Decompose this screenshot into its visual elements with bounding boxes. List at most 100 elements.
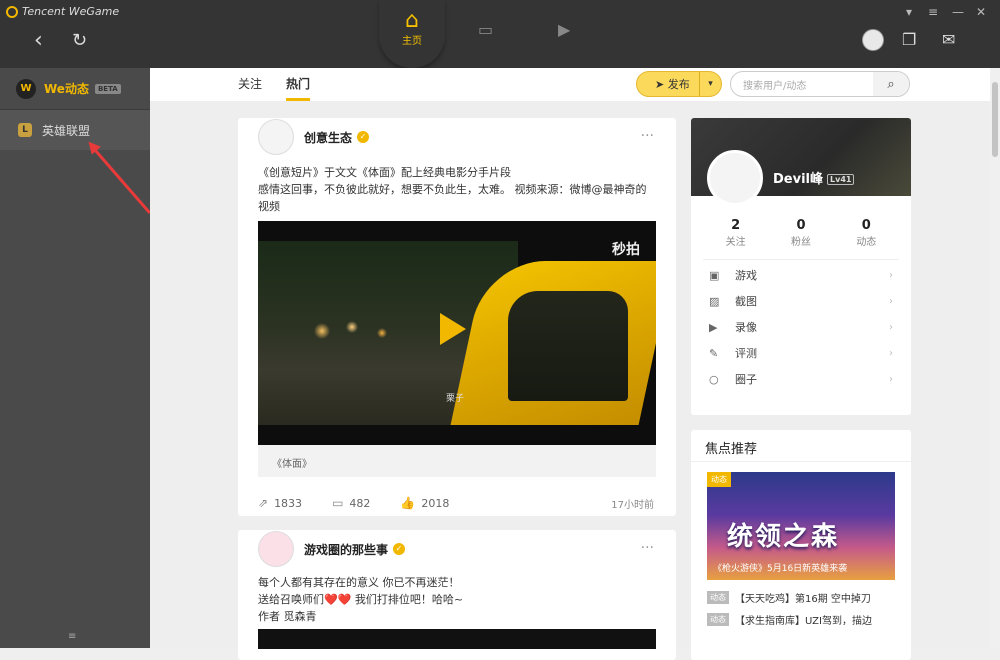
stat-posts[interactable]: 0 动态 <box>834 218 899 259</box>
tab-home[interactable]: ⌂ 主页 <box>379 0 445 68</box>
video-player[interactable]: 秒拍 栗子 <box>258 221 656 445</box>
store-icon[interactable]: ▭ <box>478 20 493 39</box>
post-avatar[interactable] <box>258 119 294 155</box>
chevron-right-icon: › <box>889 269 893 281</box>
back-icon[interactable]: ‹ <box>34 28 43 53</box>
news-tag: 动态 <box>707 590 729 604</box>
menu-label: 游戏 <box>735 269 757 282</box>
menu-icon[interactable]: ≡ <box>928 5 938 19</box>
search-box[interactable]: 搜索用户/动态 ⌕ <box>730 71 910 97</box>
share-button[interactable]: ⇗ 1833 <box>258 496 302 510</box>
we-icon: W <box>16 78 36 99</box>
video-lights <box>298 311 418 351</box>
profile-banner: Devil峰 Lv41 <box>691 118 911 206</box>
like-button[interactable]: 👍 2018 <box>400 496 449 510</box>
chevron-right-icon: › <box>889 373 893 385</box>
news-item[interactable]: 动态 【求生指南库】UZI驾到，描边 <box>691 608 911 630</box>
sidebar: W We动态 BETA L 英雄联盟 ≡ <box>0 68 150 648</box>
chat-icon[interactable]: ❐ <box>902 30 916 49</box>
stat-fans[interactable]: 0 粉丝 <box>768 218 833 259</box>
stat-value: 0 <box>861 218 871 233</box>
post-actions: ⇗ 1833 ▭ 482 👍 2018 17小时前 <box>238 477 676 529</box>
post-text-line: 送给召唤师们❤️❤️ 我们打排位吧！哈哈~ <box>258 593 464 606</box>
tab-follow[interactable]: 关注 <box>238 75 262 92</box>
stat-label: 动态 <box>856 237 877 248</box>
user-avatar[interactable] <box>862 29 884 51</box>
banner-caption: 《枪火游侠》5月16日新英雄来袭 <box>713 564 848 574</box>
sidebar-we-label: We动态 <box>44 82 89 96</box>
video-window <box>508 291 628 401</box>
search-icon[interactable]: ⌕ <box>873 72 909 96</box>
video-icon: ▶ <box>709 320 718 334</box>
main-content: 关注 热门 ➤ 发布 ▾ 搜索用户/动态 ⌕ 创意生态 ✓ ··· 《创意短片》于文文… <box>150 68 990 660</box>
share-count: 1833 <box>274 496 303 510</box>
menu-item-screenshot[interactable]: ▨ 截图 › <box>691 288 911 314</box>
media-icon[interactable]: ▶ <box>558 20 570 39</box>
menu-label: 评测 <box>735 347 757 360</box>
chevron-right-icon: › <box>889 347 893 359</box>
verified-icon: ✓ <box>357 131 370 143</box>
title-bar: Tencent WeGame ‹ ↻ ⌂ 主页 ▭ ▶ ▾ ≡ — ✕ ❐ ✉ <box>0 0 1000 68</box>
home-icon: ⌂ <box>405 8 419 33</box>
tab-hot[interactable]: 热门 <box>286 75 311 101</box>
app-logo: Tencent WeGame <box>6 5 119 18</box>
menu-item-video[interactable]: ▶ 录像 › <box>691 314 911 340</box>
post-author[interactable]: 游戏圈的那些事 <box>304 541 388 558</box>
mail-icon[interactable]: ✉ <box>942 30 955 49</box>
minimize-icon[interactable]: — <box>952 5 964 19</box>
review-icon: ✎ <box>709 346 719 360</box>
close-icon[interactable]: ✕ <box>976 5 986 19</box>
search-input[interactable]: 搜索用户/动态 <box>731 77 873 92</box>
comment-count: 482 <box>349 496 371 510</box>
share-icon: ⇗ <box>258 496 269 510</box>
post-card: 创意生态 ✓ ··· 《创意短片》于文文《体面》配上经典电影分手片段 感情这回事，… <box>238 118 676 516</box>
publish-label: 发布 <box>667 78 690 91</box>
news-item[interactable]: 动态 【天天吃鸡】第16期 空中掉刀 <box>691 586 911 608</box>
comment-icon: ▭ <box>332 496 344 510</box>
sidebar-item-lol[interactable]: L 英雄联盟 <box>0 110 150 150</box>
comment-button[interactable]: ▭ 482 <box>332 496 370 510</box>
verified-icon: ✓ <box>393 543 406 555</box>
more-icon[interactable]: ··· <box>641 540 654 556</box>
stat-following[interactable]: 2 关注 <box>703 218 768 259</box>
post-author[interactable]: 创意生态 <box>304 129 352 146</box>
sidebar-lol-label: 英雄联盟 <box>42 123 91 138</box>
scrollbar[interactable] <box>990 68 1000 648</box>
chevron-right-icon: › <box>889 321 893 333</box>
news-text: 【天天吃鸡】第16期 空中掉刀 <box>735 593 871 605</box>
play-icon[interactable] <box>440 313 466 345</box>
news-text: 【求生指南库】UZI驾到，描边 <box>735 615 872 627</box>
focus-card: 焦点推荐 动态 统领之森 《枪火游侠》5月16日新英雄来袭 动态 【天天吃鸡】第1… <box>691 430 911 660</box>
post-avatar[interactable] <box>258 531 294 567</box>
focus-banner[interactable]: 动态 统领之森 《枪火游侠》5月16日新英雄来袭 <box>707 472 895 580</box>
send-icon: ➤ <box>655 78 665 91</box>
stat-value: 2 <box>731 218 741 233</box>
publish-button[interactable]: ➤ 发布 ▾ <box>636 71 722 97</box>
post-card: 游戏圈的那些事 ✓ ··· 每个人都有其存在的意义 你已不再迷茫！ 送给召唤师们❤… <box>238 530 676 660</box>
scrollbar-thumb[interactable] <box>992 82 998 157</box>
chevron-down-icon[interactable]: ▾ <box>699 72 721 96</box>
video-player[interactable] <box>258 629 656 649</box>
circle-icon: ○ <box>709 372 719 386</box>
level-badge: Lv41 <box>827 174 855 185</box>
profile-name[interactable]: Devil峰 <box>773 172 823 187</box>
menu-item-game[interactable]: ▣ 游戏 › <box>691 262 911 288</box>
thumbs-up-icon: 👍 <box>400 496 416 510</box>
profile-avatar[interactable] <box>707 150 763 206</box>
menu-item-circle[interactable]: ○ 圈子 › <box>691 366 911 392</box>
sidebar-item-we[interactable]: W We动态 BETA <box>0 68 150 110</box>
more-icon[interactable]: ··· <box>641 128 654 144</box>
wegame-logo-icon <box>6 5 18 18</box>
sidebar-menu-icon[interactable]: ≡ <box>68 631 76 642</box>
screenshot-icon: ▨ <box>709 294 720 308</box>
menu-label: 圈子 <box>735 373 757 386</box>
chevron-right-icon: › <box>889 295 893 307</box>
refresh-icon[interactable]: ↻ <box>72 30 87 51</box>
menu-item-review[interactable]: ✎ 评测 › <box>691 340 911 366</box>
focus-title: 焦点推荐 <box>691 430 911 462</box>
post-text-line: 感情这回事，不负彼此就好，想要不负此生，太难。 视频来源：微博@最神奇的视频 <box>258 183 647 213</box>
post-text-line: 《创意短片》于文文《体面》配上经典电影分手片段 <box>258 166 511 179</box>
skin-icon[interactable]: ▾ <box>906 5 912 19</box>
menu-label: 录像 <box>735 321 757 334</box>
stat-label: 粉丝 <box>790 237 811 248</box>
